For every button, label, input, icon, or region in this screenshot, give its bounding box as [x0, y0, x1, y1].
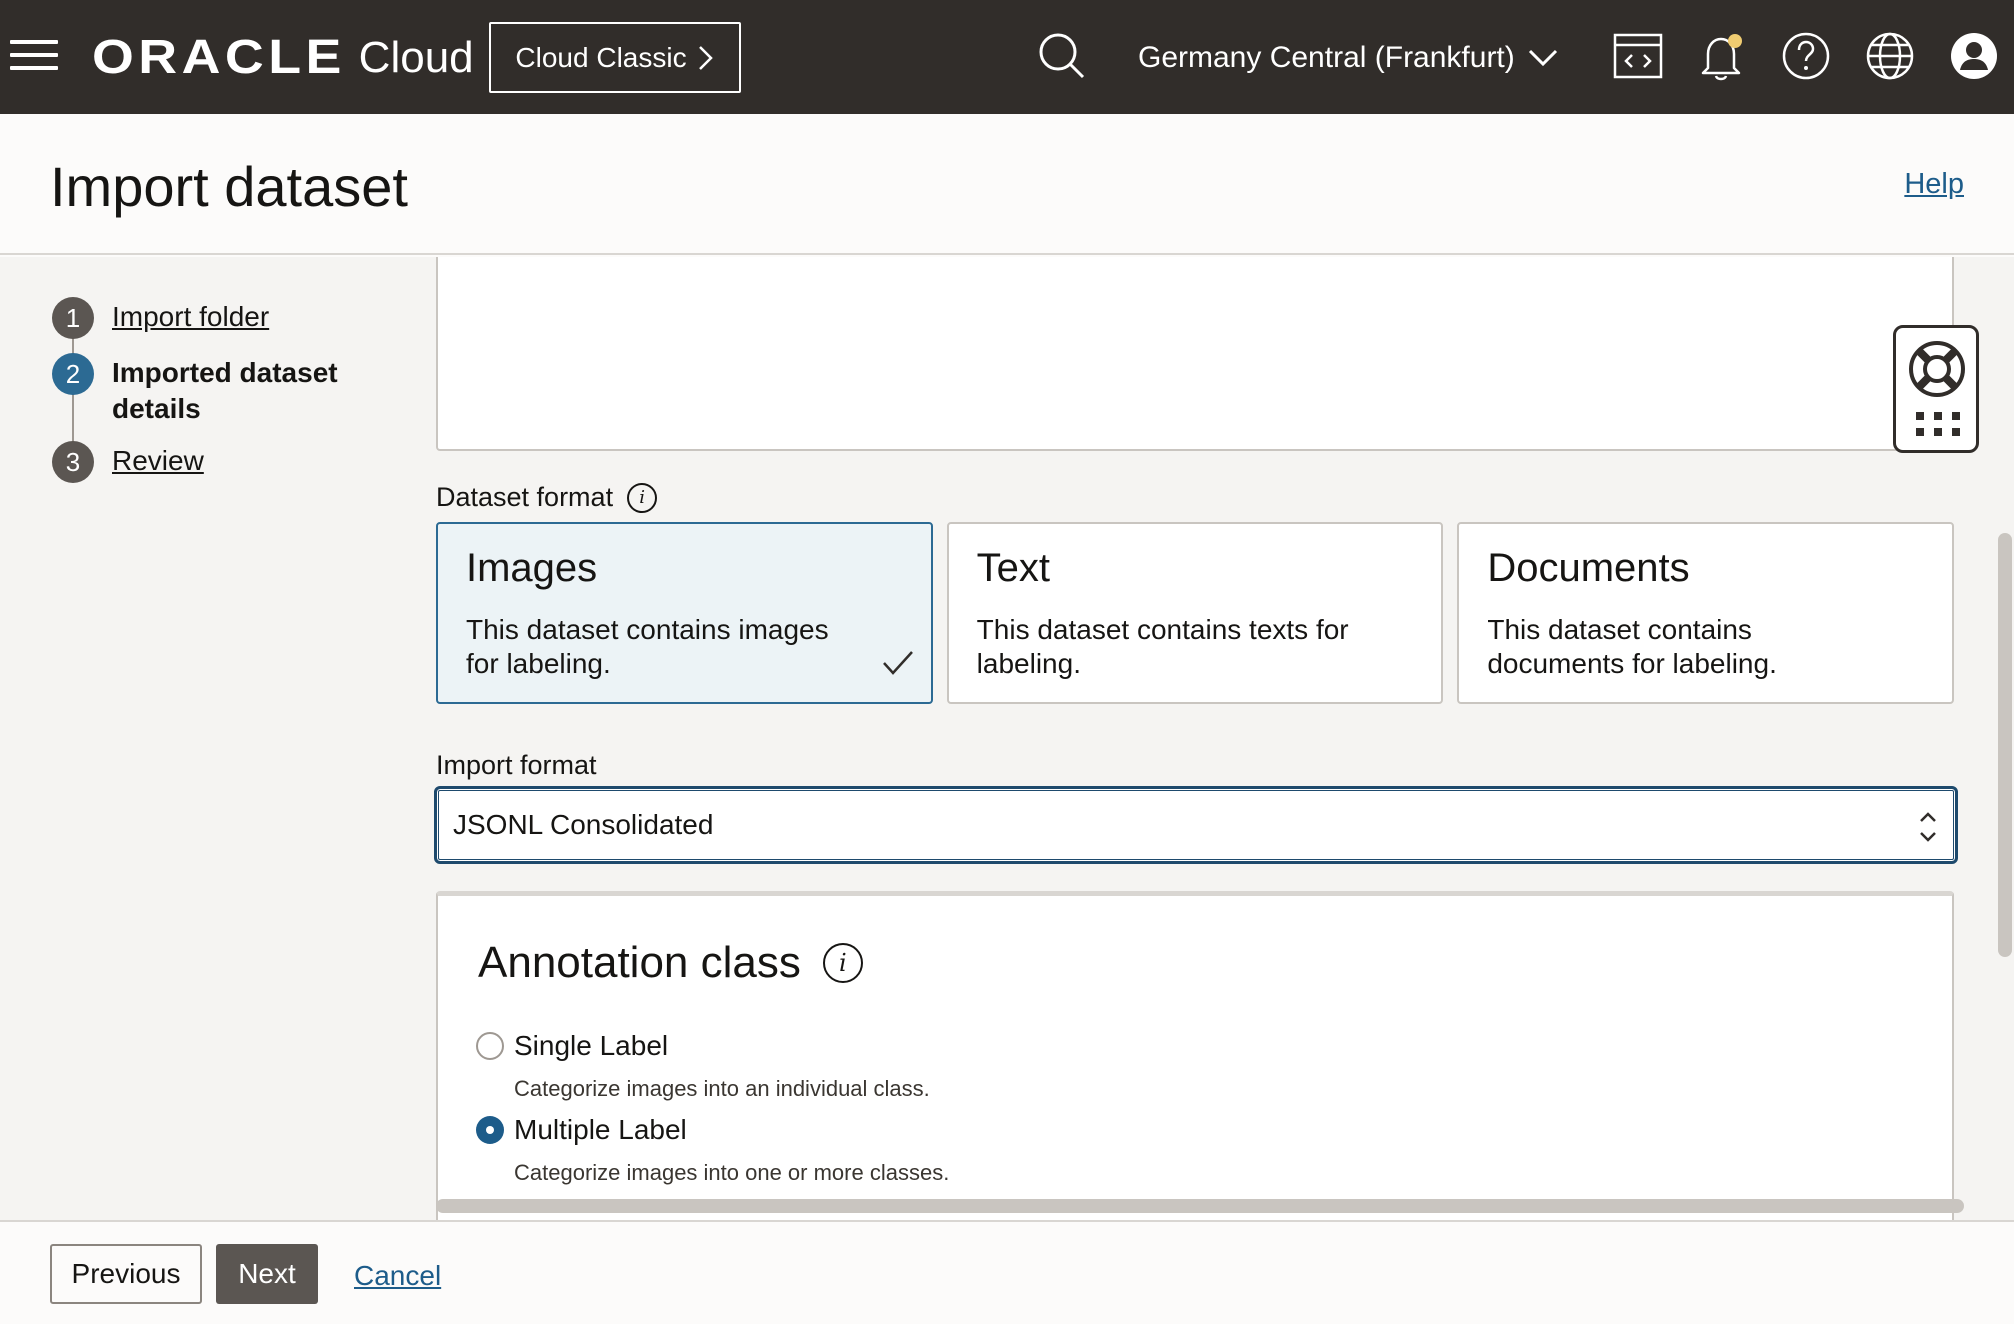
region-selector[interactable]: Germany Central (Frankfurt) [1138, 36, 1559, 80]
step-number: 2 [52, 353, 94, 395]
radio-description: Categorize images into an individual cla… [514, 1076, 930, 1101]
user-profile-icon[interactable] [1948, 30, 2000, 82]
step-import-folder[interactable]: 1 Import folder [52, 297, 392, 339]
step-label: Imported dataset details [112, 357, 338, 424]
import-format-label-row: Import format [436, 750, 597, 781]
menu-icon[interactable] [10, 40, 58, 72]
radio-description: Categorize images into one or more class… [514, 1160, 950, 1185]
wizard-footer: Previous Next Cancel [0, 1220, 2014, 1324]
card-title: Text [976, 546, 1051, 590]
radio-button[interactable] [476, 1032, 504, 1060]
radio-single-label[interactable]: Single Label [476, 1030, 668, 1062]
code-editor-icon[interactable] [1612, 30, 1664, 82]
card-title: Images [466, 546, 598, 590]
dataset-format-options: Images This dataset contains images for … [436, 522, 1955, 704]
top-navigation-bar: ORACLE Cloud Cloud Classic Germany Centr… [0, 0, 2014, 114]
cloud-classic-label: Cloud Classic [515, 41, 687, 73]
info-icon[interactable]: i [822, 943, 863, 983]
brand-oracle-text: ORACLE [92, 31, 346, 84]
notifications-bell-icon[interactable] [1696, 30, 1748, 82]
annotation-class-title: Annotation class [478, 938, 801, 987]
brand-cloud-text: Cloud [358, 33, 474, 82]
oracle-cloud-logo[interactable]: ORACLE Cloud [92, 31, 474, 84]
card-title: Documents [1487, 546, 1690, 590]
dataset-format-card-images[interactable]: Images This dataset contains images for … [436, 522, 933, 704]
checkmark-icon [882, 651, 913, 675]
wizard-steps: 1 Import folder 2 Imported dataset detai… [52, 297, 392, 497]
next-button[interactable]: Next [216, 1244, 318, 1304]
step-number: 3 [52, 441, 94, 483]
sort-arrows-icon [1920, 812, 1936, 842]
dataset-format-label: Dataset format [436, 482, 614, 512]
page-title: Import dataset [50, 155, 408, 218]
cloud-classic-button[interactable]: Cloud Classic [489, 22, 741, 93]
previous-button[interactable]: Previous [50, 1244, 202, 1304]
step-label[interactable]: Review [112, 441, 204, 479]
card-description: This dataset contains images for labelin… [466, 614, 829, 679]
radio-label: Single Label [514, 1030, 669, 1061]
cancel-link[interactable]: Cancel [354, 1260, 441, 1292]
lifebuoy-icon [1909, 341, 1965, 397]
step-review[interactable]: 3 Review [52, 441, 392, 483]
radio-button[interactable] [476, 1116, 504, 1144]
help-question-icon[interactable] [1780, 30, 1832, 82]
chevron-down-icon [1528, 49, 1557, 67]
chevron-right-icon [698, 45, 713, 70]
vertical-scrollbar[interactable] [1998, 533, 2012, 957]
help-link[interactable]: Help [1904, 168, 1964, 201]
region-label: Germany Central (Frankfurt) [1138, 41, 1515, 74]
radio-label: Multiple Label [514, 1114, 687, 1145]
help-center-widget[interactable] [1893, 325, 1979, 453]
dataset-format-label-row: Dataset format i [436, 482, 658, 513]
annotation-class-heading: Annotation class i [478, 938, 863, 988]
card-description: This dataset contains documents for labe… [1487, 614, 1777, 679]
import-format-value: JSONL Consolidated [453, 809, 714, 840]
page-header: Import dataset Help [0, 114, 2014, 255]
import-format-label: Import format [436, 750, 597, 780]
step-label[interactable]: Import folder [112, 297, 269, 335]
dataset-format-card-text[interactable]: Text This dataset contains texts for lab… [946, 522, 1444, 704]
search-icon[interactable] [1036, 30, 1088, 82]
info-icon[interactable]: i [627, 482, 658, 513]
card-description: This dataset contains texts for labeling… [976, 614, 1349, 679]
description-textarea[interactable] [436, 257, 1954, 451]
radio-multiple-label[interactable]: Multiple Label [476, 1114, 687, 1146]
step-number: 1 [52, 297, 94, 339]
step-imported-dataset-details: 2 Imported dataset details [52, 353, 392, 427]
horizontal-scrollbar[interactable] [436, 1199, 1964, 1213]
apps-grid-icon [1916, 412, 1960, 440]
language-globe-icon[interactable] [1864, 30, 1916, 82]
import-format-select[interactable]: JSONL Consolidated [434, 786, 1958, 864]
wizard-body: 1 Import folder 2 Imported dataset detai… [0, 257, 2014, 1220]
dataset-format-card-documents[interactable]: Documents This dataset contains document… [1457, 522, 1955, 704]
annotation-class-panel: Annotation class i Single Label Categori… [436, 891, 1954, 1220]
